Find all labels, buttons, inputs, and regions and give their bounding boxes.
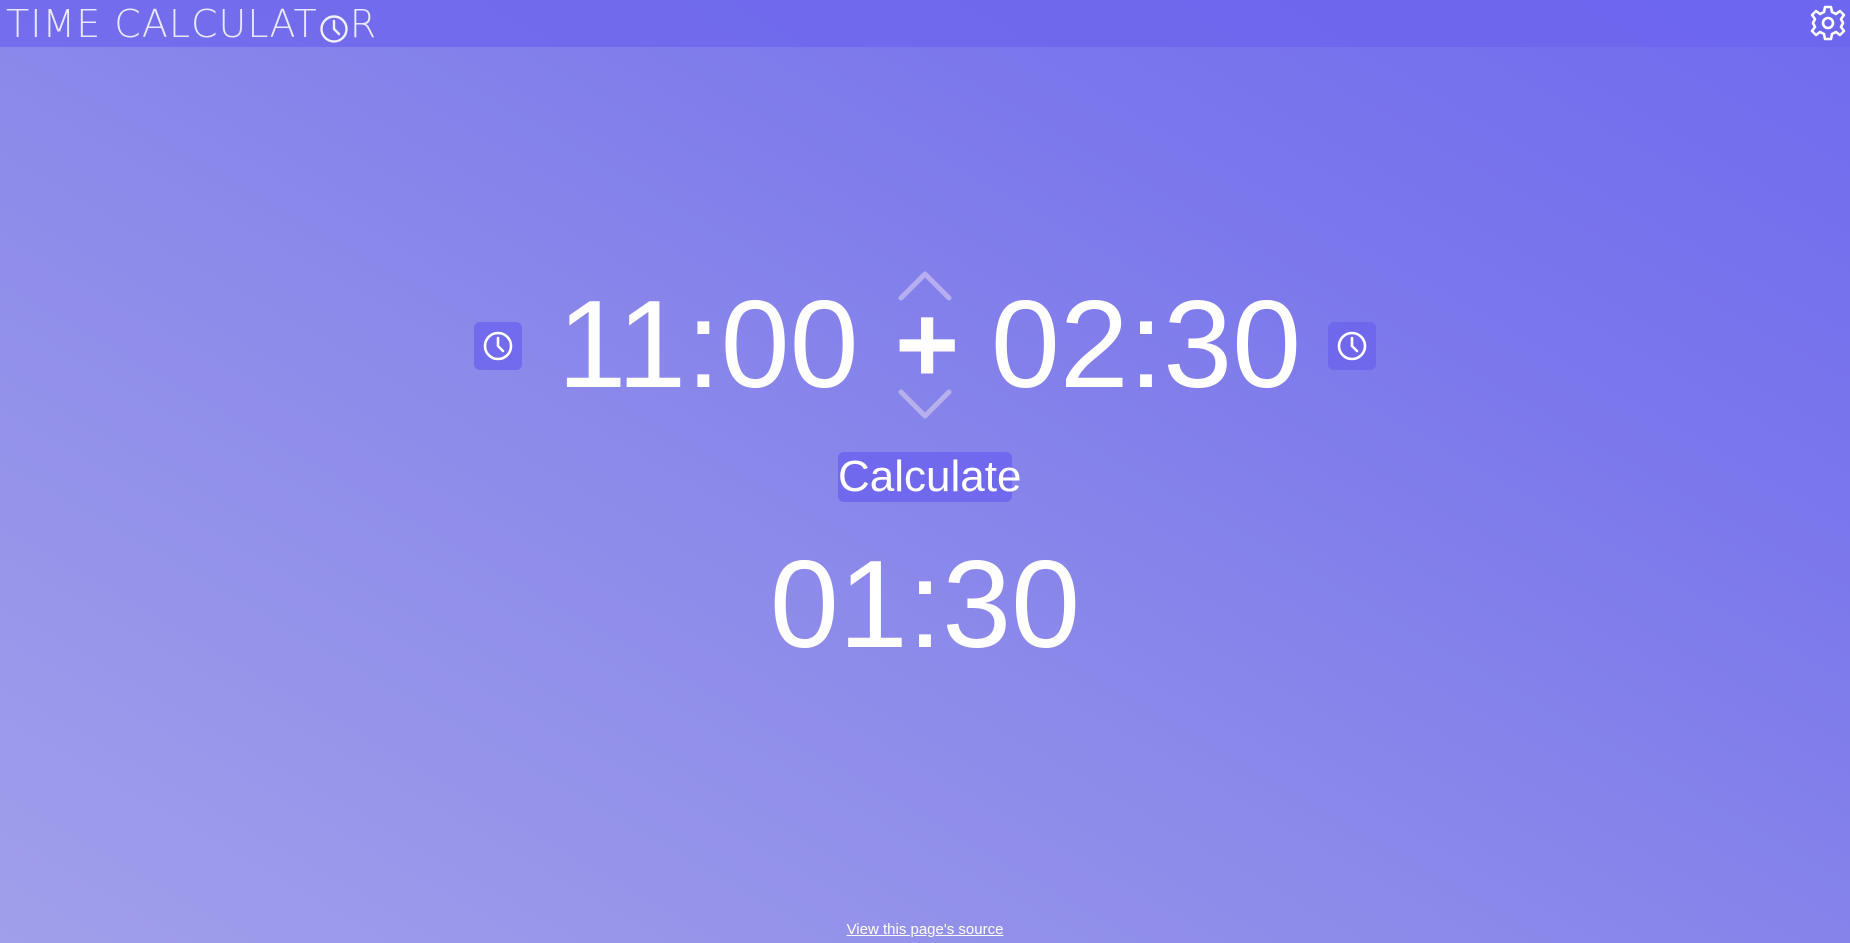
left-time-picker-button[interactable]	[474, 322, 522, 370]
left-time-value[interactable]: 11:00	[552, 275, 864, 415]
logo-text-suffix: R	[349, 1, 378, 46]
logo-text-middle: AT	[269, 1, 318, 46]
settings-button[interactable]	[1808, 3, 1848, 43]
gear-icon	[1810, 5, 1846, 41]
chevron-down-icon	[898, 389, 952, 419]
view-source-link[interactable]: View this page's source	[825, 921, 1025, 938]
result-value: 01:30	[769, 536, 1081, 674]
right-time-value[interactable]: 02:30	[990, 275, 1302, 415]
top-bar: TIME CALCUL AT R	[0, 0, 1850, 47]
clock-icon	[1337, 331, 1367, 361]
calculate-button[interactable]: Calculate	[838, 452, 1021, 502]
app-logo: TIME CALCUL AT R	[6, 0, 377, 47]
operator-down-button[interactable]	[897, 386, 953, 422]
operator-symbol: +	[895, 283, 960, 406]
right-time-picker-button[interactable]	[1328, 322, 1376, 370]
logo-text-prefix: TIME CALCUL	[6, 1, 270, 46]
clock-icon	[483, 331, 513, 361]
logo-clock-icon	[319, 9, 349, 43]
